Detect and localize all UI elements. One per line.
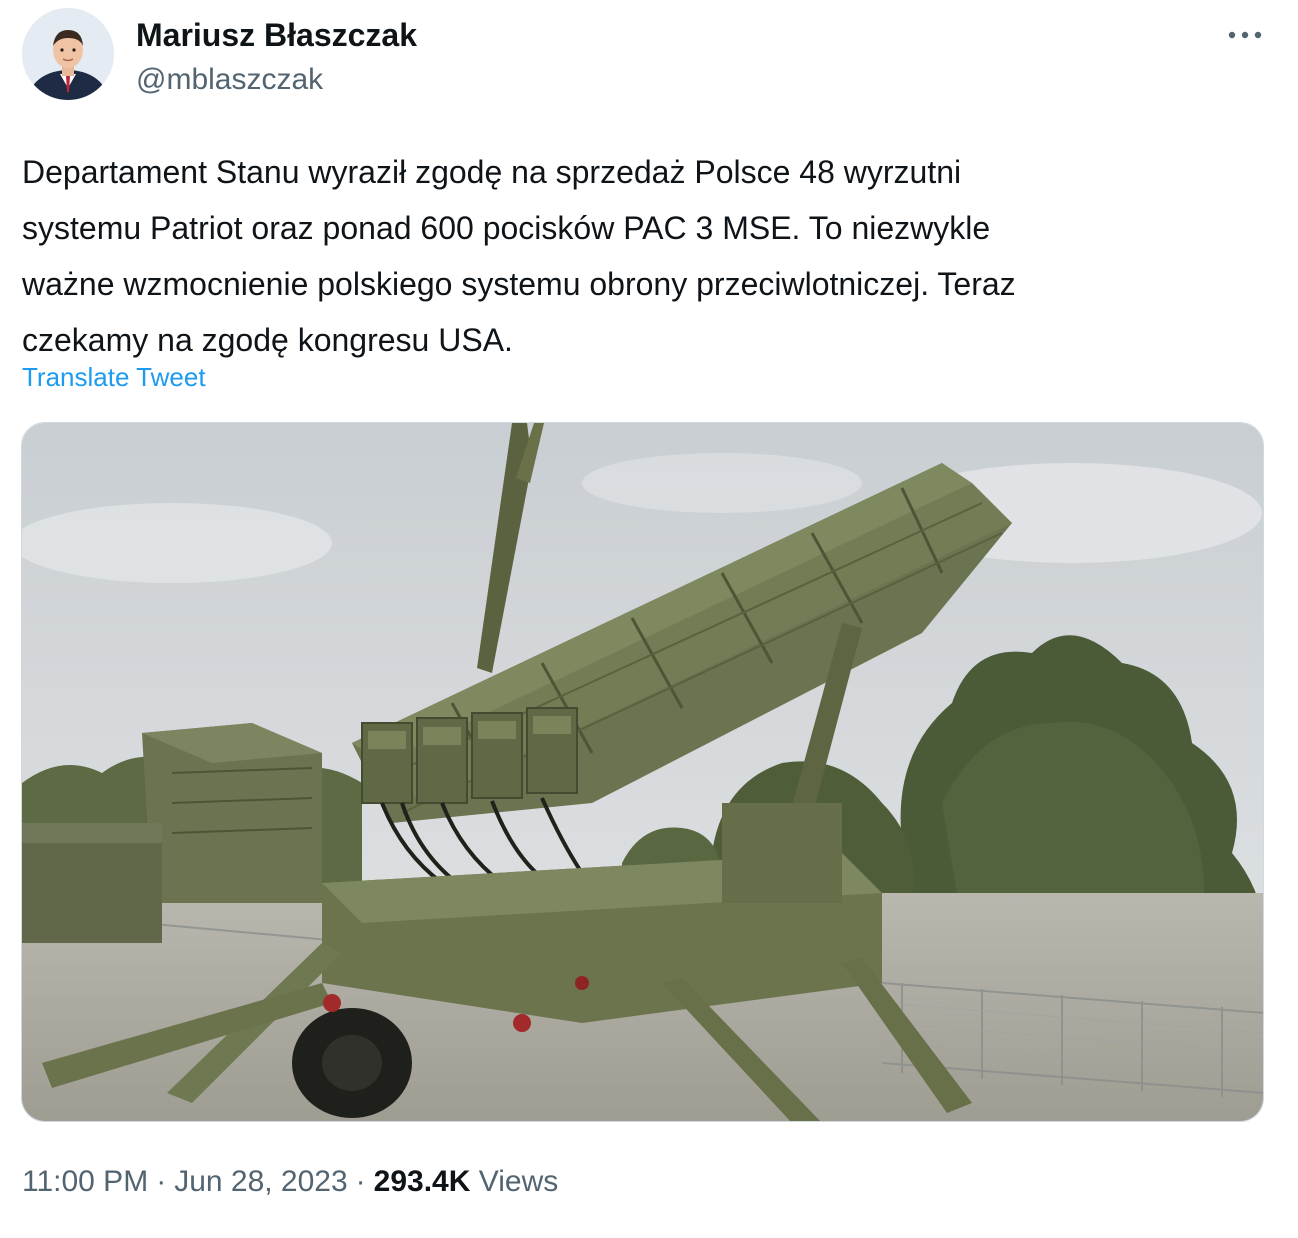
tweet-date[interactable]: Jun 28, 2023 [174,1165,347,1198]
tweet-card: Mariusz Błaszczak @mblaszczak Departamen… [0,0,1298,1238]
translate-tweet-link[interactable]: Translate Tweet [22,360,206,394]
tweet-text: Departament Stanu wyraził zgodę na sprze… [22,154,1016,358]
patriot-launcher-photo [22,423,1263,1121]
meta-separator: · [156,1165,167,1198]
author-name[interactable]: Mariusz Błaszczak [136,16,417,54]
tweet-meta: 11:00 PM · Jun 28, 2023 · 293.4K Views [22,1160,558,1204]
profile-photo-icon [22,8,114,100]
more-horizontal-icon [1228,31,1262,39]
views-label: Views [478,1165,559,1198]
tweet-time[interactable]: 11:00 PM [22,1165,148,1198]
more-options-button[interactable] [1222,20,1268,50]
tweet-media-image[interactable] [21,422,1264,1122]
meta-separator: · [355,1165,366,1198]
author-avatar[interactable] [22,8,114,100]
views-count: 293.4K [373,1165,471,1198]
author-handle[interactable]: @mblaszczak [136,62,323,98]
